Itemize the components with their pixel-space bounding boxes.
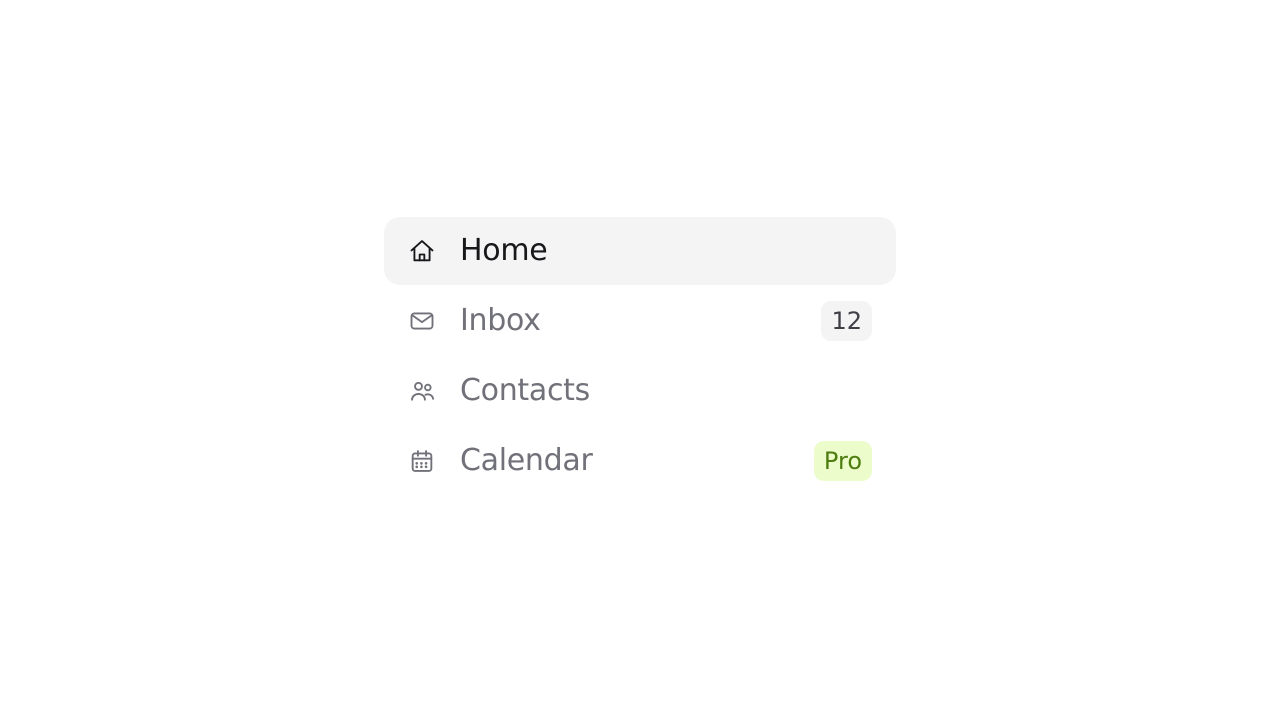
nav-item-label: Inbox bbox=[460, 303, 797, 339]
inbox-count-badge: 12 bbox=[821, 301, 872, 341]
calendar-icon bbox=[408, 447, 436, 475]
pro-badge: Pro bbox=[814, 441, 872, 481]
nav-item-label: Contacts bbox=[460, 373, 872, 409]
envelope-icon bbox=[408, 307, 436, 335]
nav-item-calendar[interactable]: Calendar Pro bbox=[384, 425, 896, 497]
nav-item-home[interactable]: Home bbox=[384, 217, 896, 285]
home-icon bbox=[408, 237, 436, 265]
nav-item-contacts[interactable]: Contacts bbox=[384, 357, 896, 425]
nav-list: Home Inbox 12 Contacts bbox=[384, 217, 896, 497]
nav-item-label: Home bbox=[460, 233, 872, 269]
nav-item-inbox[interactable]: Inbox 12 bbox=[384, 285, 896, 357]
nav-item-label: Calendar bbox=[460, 443, 790, 479]
users-icon bbox=[408, 377, 436, 405]
